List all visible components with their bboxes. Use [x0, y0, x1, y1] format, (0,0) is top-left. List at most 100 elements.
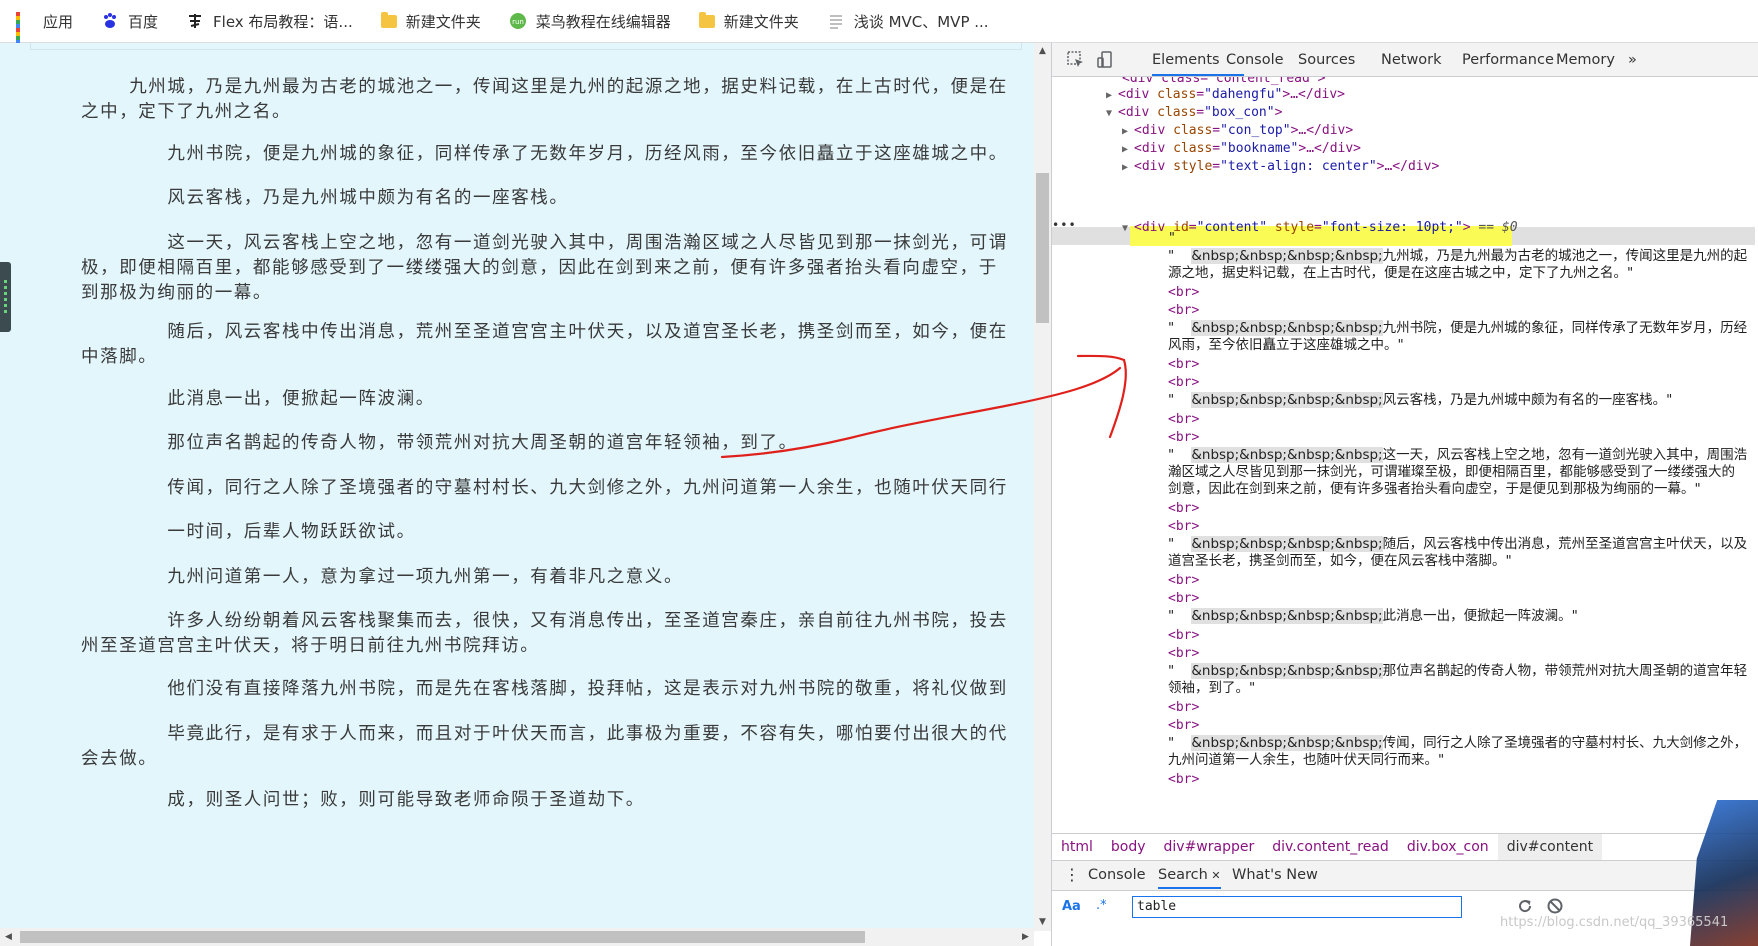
story-paragraph: 这一天，风云客栈上空之地，忽有一道剑光驶入其中，周围浩瀚区域之人尽皆见到那一抹剑…	[81, 231, 1031, 306]
scroll-left-arrow-icon[interactable]: ◀	[0, 928, 17, 946]
br-node[interactable]: <br>	[1168, 500, 1199, 518]
text-node[interactable]: " &nbsp;&nbsp;&nbsp;&nbsp;那位声名鹊起的传奇人物，带领…	[1168, 663, 1748, 697]
br-node[interactable]: <br>	[1168, 627, 1199, 645]
scroll-down-arrow-icon[interactable]: ▼	[1034, 914, 1051, 931]
device-toolbar-icon[interactable]	[1096, 50, 1116, 70]
br-node[interactable]: <br>	[1168, 356, 1199, 374]
br-node[interactable]: <br>	[1168, 717, 1199, 735]
page-vertical-scrollbar[interactable]: ▲ ▼	[1034, 43, 1051, 931]
paragraph-line: 九州城，乃是九州最为古老的城池之一，传闻这里是九州的起源之地，据史料记载，在上古…	[91, 77, 1008, 97]
breadcrumb-div-content[interactable]: div#content	[1497, 834, 1603, 860]
bookmark-item[interactable]: 百度	[101, 11, 158, 32]
paragraph-line: 许多人纷纷朝着风云客栈聚集而去，很快，又有消息传出，至圣道宫秦庄，亲自前往九州书…	[91, 611, 1008, 631]
devtools-tab-network[interactable]: Network	[1381, 52, 1442, 68]
br-node[interactable]: <br>	[1168, 411, 1199, 429]
devtools-tab-sources[interactable]: Sources	[1298, 52, 1355, 68]
node-actions-icon[interactable]: •••	[1052, 217, 1077, 235]
close-search-tab-icon[interactable]: ✕	[1208, 869, 1220, 882]
regex-toggle[interactable]: .*	[1096, 898, 1107, 913]
bookmark-item[interactable]: 新建文件夹	[698, 11, 799, 32]
side-widget-handle[interactable]	[0, 262, 11, 332]
devtools-tab-bar: Elements Console Sources Network Performance…	[1052, 43, 1758, 77]
bookmark-item[interactable]: 应用	[16, 11, 73, 48]
text-node[interactable]: " &nbsp;&nbsp;&nbsp;&nbsp;传闻，同行之人除了圣境强者的…	[1168, 735, 1748, 769]
breadcrumb-div-box_con[interactable]: div.box_con	[1398, 839, 1498, 855]
baidu-paw-icon	[101, 12, 119, 30]
story-paragraph: 那位声名鹊起的传奇人物，带领荒州对抗大周圣朝的道宫年轻领袖，到了。	[91, 431, 1031, 456]
scroll-right-arrow-icon[interactable]: ▶	[1017, 928, 1034, 946]
page-horizontal-scrollbar[interactable]: ◀ ▶	[0, 928, 1034, 946]
bookmark-item[interactable]: run 菜鸟教程在线编辑器	[509, 11, 671, 32]
bookmark-item[interactable]: 浅谈 MVC、MVP ...	[827, 11, 989, 32]
inspect-element-icon[interactable]	[1066, 50, 1086, 70]
devtools-tab-memory[interactable]: Memory	[1556, 52, 1615, 68]
devtools-tab-elements[interactable]: Elements	[1152, 52, 1220, 68]
dom-node-dahengfu[interactable]: ▶ <div class="dahengfu">…</div>	[1106, 86, 1345, 105]
story-paragraph: 九州城，乃是九州最为古老的城池之一，传闻这里是九州的起源之地，据史料记载，在上古…	[81, 75, 1031, 125]
paragraph-line: 到那极为绚丽的一幕。	[81, 283, 272, 303]
devtools-tab-console[interactable]: Console	[1226, 52, 1284, 68]
dom-node-con-top[interactable]: ▶ <div class="con_top">…</div>	[1122, 122, 1353, 141]
text-node[interactable]: " &nbsp;&nbsp;&nbsp;&nbsp;随后，风云客栈中传出消息，荒…	[1168, 536, 1748, 570]
paragraph-line: 他们没有直接降落九州书院，而是先在客栈落脚，投拜帖，这是表示对九州书院的敬重，将…	[91, 679, 1008, 699]
dom-breadcrumb: html body div#wrapper div.content_read div.b…	[1052, 833, 1758, 860]
breadcrumb-div-content_read[interactable]: div.content_read	[1263, 839, 1398, 855]
paragraph-line: 州至圣道宫宫主叶伏天，将于明日前往九州书院拜访。	[81, 636, 540, 656]
br-node[interactable]: <br>	[1168, 518, 1199, 536]
devtools-panel: Elements Console Sources Network Performance…	[1051, 43, 1758, 946]
runoob-icon: run	[509, 12, 527, 30]
breadcrumb-div-wrapper[interactable]: div#wrapper	[1155, 839, 1264, 855]
paragraph-line: 九州问道第一人，意为拿过一项九州第一，有着非凡之意义。	[91, 567, 684, 587]
text-node[interactable]: " &nbsp;&nbsp;&nbsp;&nbsp;九州书院，便是九州城的象征，…	[1168, 320, 1748, 354]
drawer-tab-what-s-new[interactable]: What's New	[1232, 867, 1318, 883]
br-node[interactable]: <br>	[1168, 771, 1199, 789]
devtools-tab-more[interactable]: »	[1628, 52, 1637, 68]
text-node[interactable]: " &nbsp;&nbsp;&nbsp;&nbsp;这一天，风云客栈上空之地，忽…	[1168, 447, 1748, 498]
bookmark-item[interactable]: Flex 布局教程：语...	[186, 11, 353, 32]
breadcrumb-body[interactable]: body	[1102, 839, 1155, 855]
br-node[interactable]: <br>	[1168, 429, 1199, 447]
paragraph-line: 会去做。	[81, 749, 158, 769]
bookmark-item[interactable]: 新建文件夹	[380, 11, 481, 32]
br-node[interactable]: <br>	[1168, 572, 1199, 590]
dom-node-text-center[interactable]: ▶ <div style="text-align: center">…</div>	[1122, 158, 1439, 177]
paragraph-line: 随后，风云客栈中传出消息，荒州至圣道宫宫主叶伏天，以及道宫圣长老，携圣剑而至，如…	[91, 322, 1008, 342]
br-node[interactable]: <br>	[1168, 699, 1199, 717]
paragraph-line: 极，即便相隔百里，都能够感受到了一缕缕强大的剑意，因此在剑到来之前，便有许多强者…	[81, 258, 998, 278]
paragraph-line: 这一天，风云客栈上空之地，忽有一道剑光驶入其中，周围浩瀚区域之人尽皆见到那一抹剑…	[91, 233, 1008, 253]
text-node[interactable]: " &nbsp;&nbsp;&nbsp;&nbsp;此消息一出，便掀起一阵波澜。…	[1168, 608, 1748, 625]
br-node[interactable]: <br>	[1168, 374, 1199, 392]
br-node[interactable]: <br>	[1168, 590, 1199, 608]
match-case-toggle[interactable]: Aa	[1062, 899, 1081, 914]
dom-node-content-selected[interactable]: ▼ <div id="content" style="font-size: 10p…	[1122, 219, 1518, 238]
page-icon	[827, 12, 845, 30]
breadcrumb-html[interactable]: html	[1052, 839, 1102, 855]
paragraph-line: 之中，定下了九州之名。	[81, 102, 292, 122]
watermark: https://blog.csdn.net/qq_39365541	[1500, 915, 1729, 930]
bookmark-label: 菜鸟教程在线编辑器	[535, 12, 671, 31]
paragraph-line: 九州书院，便是九州城的象征，同样传承了无数年岁月，历经风雨，至今依旧矗立于这座雄…	[91, 144, 1008, 164]
story-paragraph: 成，则圣人问世；败，则可能导致老师命陨于圣道劫下。	[91, 788, 1031, 813]
drawer-menu-icon[interactable]: ⋮	[1064, 865, 1080, 884]
vertical-scroll-thumb[interactable]	[1036, 173, 1049, 323]
folder-icon	[380, 11, 397, 28]
drawer-tab-console[interactable]: Console	[1088, 867, 1146, 883]
search-input[interactable]: table	[1132, 896, 1462, 918]
br-node[interactable]: <br>	[1168, 302, 1199, 320]
horizontal-scroll-thumb[interactable]	[20, 931, 865, 943]
folder-icon	[698, 11, 715, 28]
dom-node-bookname[interactable]: ▶ <div class="bookname">…</div>	[1122, 140, 1361, 159]
text-node[interactable]: " &nbsp;&nbsp;&nbsp;&nbsp;风云客栈，乃是九州城中颇为有…	[1168, 392, 1748, 409]
drawer-tab-search[interactable]: Search ✕	[1158, 867, 1221, 889]
text-node-quote[interactable]: "	[1168, 230, 1176, 248]
scroll-up-arrow-icon[interactable]: ▲	[1034, 43, 1051, 60]
paragraph-line: 传闻，同行之人除了圣境强者的守墓村村长、九大剑修之外，九州问道第一人余生，也随叶…	[91, 478, 1008, 498]
dom-node-box-con[interactable]: ▼ <div class="box_con">	[1106, 104, 1282, 123]
br-node[interactable]: <br>	[1168, 284, 1199, 302]
devtools-tab-performance[interactable]: Performance	[1462, 52, 1554, 68]
story-paragraph: 毕竟此行，是有求于人而来，而且对于叶伏天而言，此事极为重要，不容有失，哪怕要付出…	[81, 722, 1031, 772]
paragraph-line: 此消息一出，便掀起一阵波澜。	[91, 389, 435, 409]
text-node[interactable]: " &nbsp;&nbsp;&nbsp;&nbsp;九州城，乃是九州最为古老的城…	[1168, 248, 1748, 282]
story-paragraph: 传闻，同行之人除了圣境强者的守墓村村长、九大剑修之外，九州问道第一人余生，也随叶…	[91, 476, 1031, 501]
br-node[interactable]: <br>	[1168, 645, 1199, 663]
